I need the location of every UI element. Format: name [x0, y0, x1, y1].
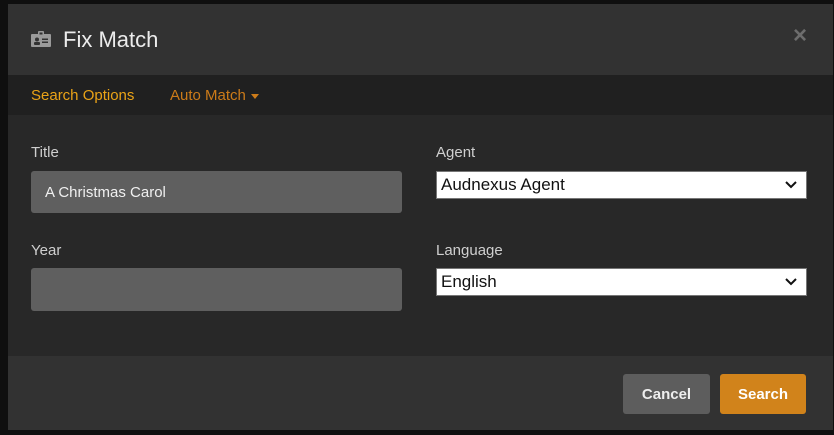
tab-search-options[interactable]: Search Options: [31, 87, 134, 104]
agent-label: Agent: [436, 144, 476, 161]
dialog-title: Fix Match: [63, 27, 159, 52]
dialog-tabs: Search Options Auto Match: [8, 75, 833, 115]
chevron-down-icon: [784, 177, 798, 191]
agent-selected-value: Audnexus Agent: [441, 175, 565, 194]
dialog-header: Fix Match ×: [8, 4, 833, 75]
language-selected-value: English: [441, 272, 497, 291]
title-label: Title: [31, 144, 59, 161]
title-input[interactable]: A Christmas Carol: [31, 171, 402, 213]
language-select[interactable]: English: [436, 268, 807, 296]
fix-match-dialog: Fix Match × Search Options Auto Match Ti…: [8, 4, 833, 430]
chevron-down-icon: [784, 274, 798, 288]
close-icon[interactable]: ×: [793, 24, 807, 48]
language-label: Language: [436, 242, 503, 259]
search-form: Title A Christmas Carol Year Agent Audne…: [8, 115, 833, 352]
tab-auto-match[interactable]: Auto Match: [170, 87, 259, 104]
search-button[interactable]: Search: [720, 374, 806, 414]
year-label: Year: [31, 242, 62, 259]
cancel-button[interactable]: Cancel: [623, 374, 710, 414]
id-card-icon: [31, 31, 51, 47]
year-input[interactable]: [31, 268, 402, 311]
tab-auto-match-label: Auto Match: [170, 87, 246, 104]
agent-select[interactable]: Audnexus Agent: [436, 171, 807, 199]
caret-down-icon: [250, 93, 259, 99]
dialog-footer: Cancel Search: [8, 356, 833, 430]
